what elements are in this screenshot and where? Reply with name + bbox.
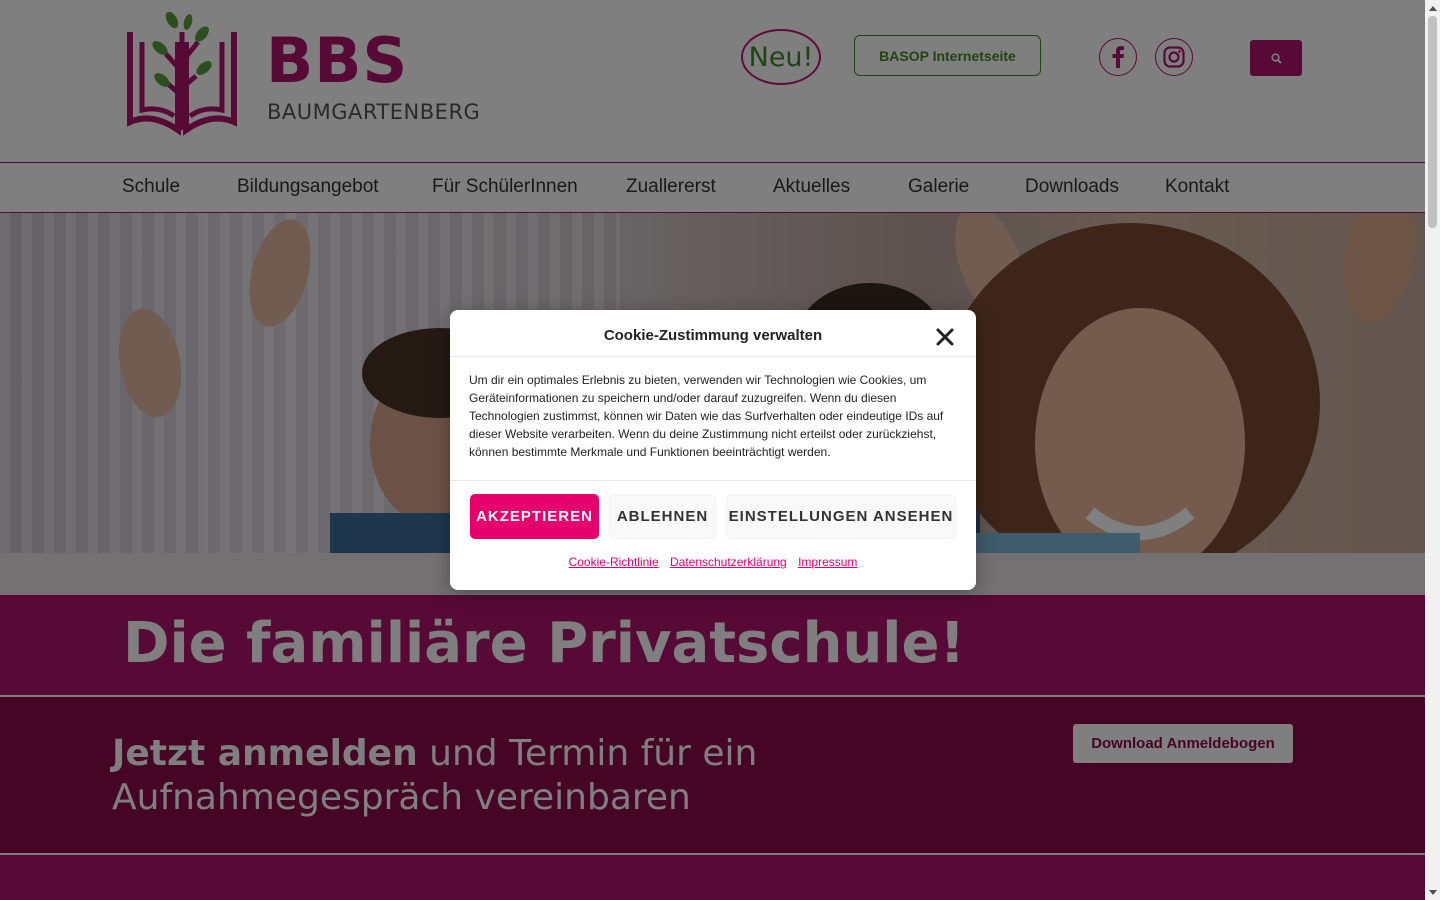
scrollbar-thumb[interactable] bbox=[1428, 16, 1437, 228]
cookie-consent-dialog: Cookie-Zustimmung verwalten Um dir ein o… bbox=[450, 310, 976, 590]
cookie-policy-link[interactable]: Cookie-Richtlinie bbox=[569, 555, 659, 569]
scroll-up-arrow[interactable] bbox=[1425, 0, 1440, 15]
arrow-up-icon bbox=[1428, 5, 1437, 11]
close-icon bbox=[936, 328, 954, 346]
cookie-dialog-links: Cookie-Richtlinie Datenschutzerklärung I… bbox=[450, 555, 976, 569]
scroll-down-arrow[interactable] bbox=[1425, 885, 1440, 900]
arrow-down-icon bbox=[1428, 889, 1437, 895]
deny-button[interactable]: ABLEHNEN bbox=[609, 494, 716, 539]
cookie-dialog-message: Um dir ein optimales Erlebnis zu bieten,… bbox=[469, 373, 944, 459]
privacy-policy-link[interactable]: Datenschutzerklärung bbox=[670, 555, 787, 569]
imprint-link[interactable]: Impressum bbox=[798, 555, 857, 569]
cookie-dialog-header: Cookie-Zustimmung verwalten bbox=[450, 310, 976, 357]
close-button[interactable] bbox=[934, 326, 956, 348]
page-scrollbar[interactable] bbox=[1425, 0, 1440, 900]
accept-button[interactable]: AKZEPTIEREN bbox=[470, 494, 599, 539]
cookie-dialog-title: Cookie-Zustimmung verwalten bbox=[603, 327, 823, 344]
divider bbox=[450, 480, 976, 481]
view-settings-button[interactable]: EINSTELLUNGEN ANSEHEN bbox=[726, 494, 956, 539]
page: BBS BAUMGARTENBERG Neu! BASOP Internetse… bbox=[0, 0, 1425, 900]
